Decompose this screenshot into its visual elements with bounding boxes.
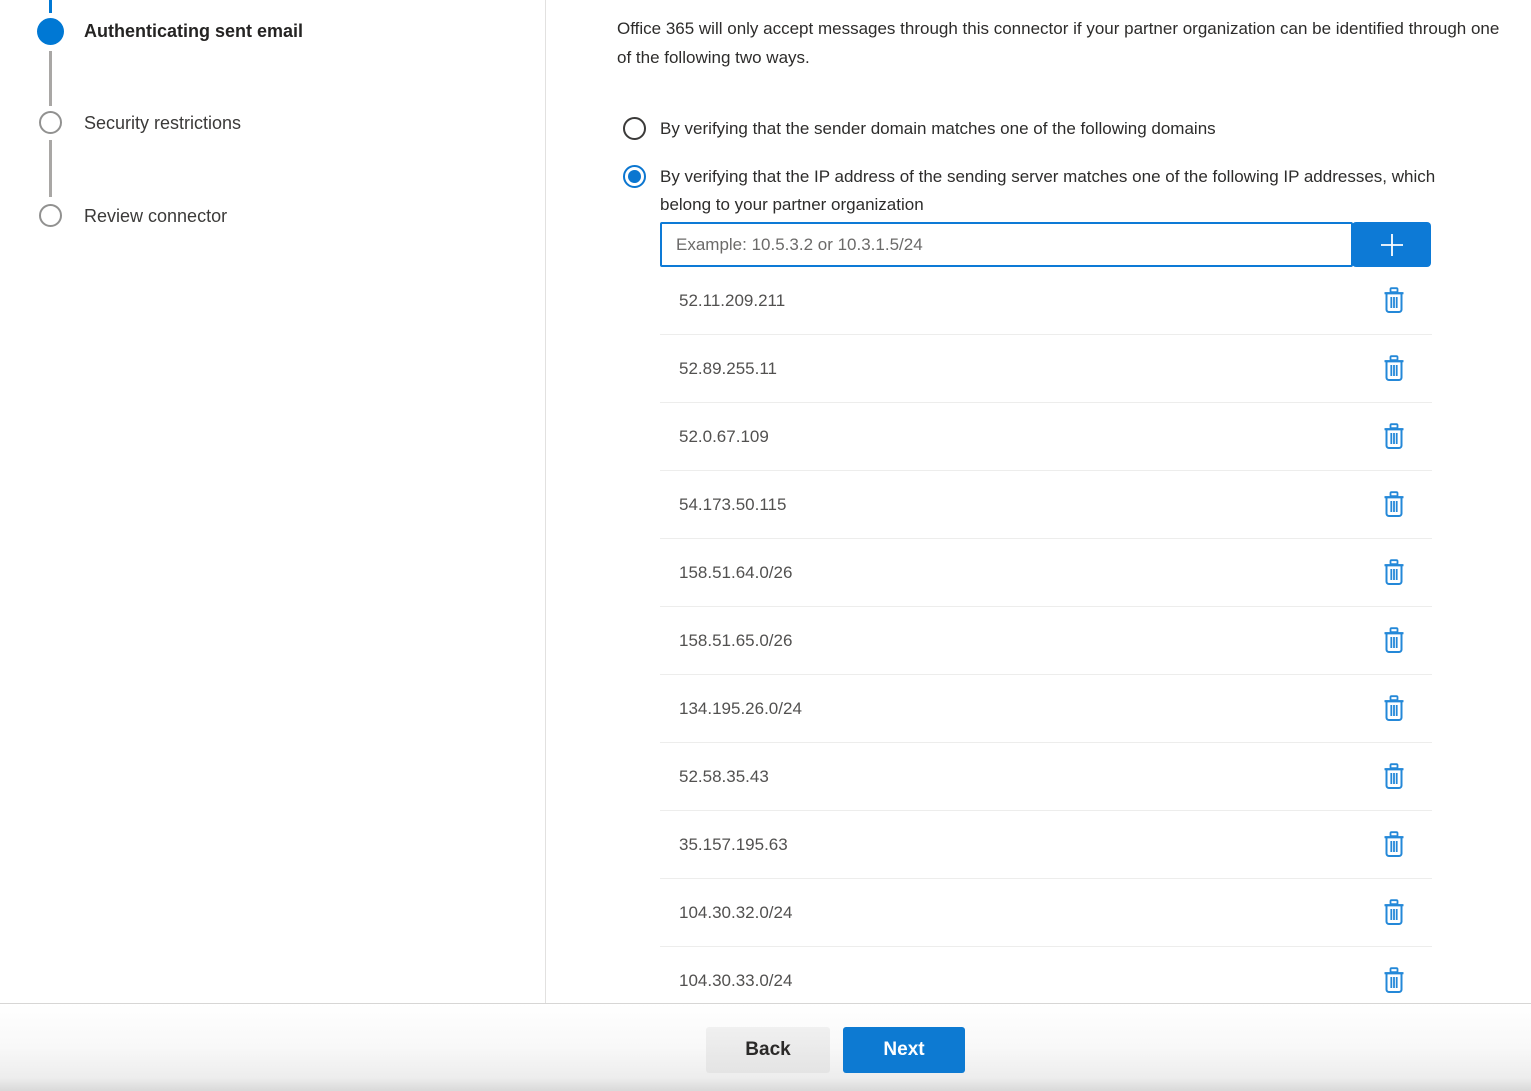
delete-ip-button[interactable] bbox=[1382, 287, 1406, 314]
radio-option-sender-domain[interactable]: By verifying that the sender domain matc… bbox=[623, 115, 1531, 143]
delete-ip-button[interactable] bbox=[1382, 559, 1406, 586]
back-button[interactable]: Back bbox=[706, 1027, 830, 1073]
ip-list: 52.11.209.211 52.89.255.11 bbox=[660, 267, 1432, 1003]
ip-address: 52.11.209.211 bbox=[679, 291, 785, 311]
delete-ip-button[interactable] bbox=[1382, 695, 1406, 722]
ip-entry-row bbox=[660, 222, 1531, 267]
ip-address: 158.51.64.0/26 bbox=[679, 563, 792, 583]
delete-ip-button[interactable] bbox=[1382, 355, 1406, 382]
delete-ip-button[interactable] bbox=[1382, 627, 1406, 654]
ip-row: 52.89.255.11 bbox=[660, 335, 1432, 403]
step-content: Office 365 will only accept messages thr… bbox=[546, 0, 1531, 1003]
ip-row: 54.173.50.115 bbox=[660, 471, 1432, 539]
trash-icon bbox=[1382, 355, 1406, 382]
ip-address-radio[interactable] bbox=[623, 165, 646, 188]
ip-row: 52.11.209.211 bbox=[660, 267, 1432, 335]
delete-ip-button[interactable] bbox=[1382, 491, 1406, 518]
ip-address: 104.30.32.0/24 bbox=[679, 903, 792, 923]
ip-row: 158.51.64.0/26 bbox=[660, 539, 1432, 607]
delete-ip-button[interactable] bbox=[1382, 763, 1406, 790]
wizard-footer: Back Next bbox=[0, 1003, 1531, 1091]
radio-option-label: By verifying that the sender domain matc… bbox=[660, 115, 1216, 143]
step-upcoming-indicator bbox=[39, 204, 62, 227]
trash-icon bbox=[1382, 287, 1406, 314]
ip-row: 134.195.26.0/24 bbox=[660, 675, 1432, 743]
ip-row: 104.30.33.0/24 bbox=[660, 947, 1432, 1003]
wizard-stepper: Authenticating sent email Security restr… bbox=[0, 0, 546, 1003]
stepper-connector bbox=[49, 51, 52, 106]
trash-icon bbox=[1382, 423, 1406, 450]
plus-icon bbox=[1377, 230, 1407, 260]
ip-address: 52.58.35.43 bbox=[679, 767, 769, 787]
stepper-connector-top bbox=[49, 0, 52, 13]
stepper-step-security-restrictions: Security restrictions bbox=[84, 113, 241, 134]
ip-address: 54.173.50.115 bbox=[679, 495, 786, 515]
add-ip-button[interactable] bbox=[1352, 222, 1431, 267]
ip-row: 158.51.65.0/26 bbox=[660, 607, 1432, 675]
ip-address: 52.0.67.109 bbox=[679, 427, 769, 447]
trash-icon bbox=[1382, 763, 1406, 790]
ip-row: 104.30.32.0/24 bbox=[660, 879, 1432, 947]
trash-icon bbox=[1382, 831, 1406, 858]
ip-address: 35.157.195.63 bbox=[679, 835, 788, 855]
delete-ip-button[interactable] bbox=[1382, 899, 1406, 926]
ip-address: 104.30.33.0/24 bbox=[679, 971, 792, 991]
delete-ip-button[interactable] bbox=[1382, 967, 1406, 994]
step-current-indicator bbox=[37, 18, 64, 45]
stepper-step-authenticating-sent-email: Authenticating sent email bbox=[84, 21, 303, 42]
next-button[interactable]: Next bbox=[843, 1027, 965, 1073]
trash-icon bbox=[1382, 967, 1406, 994]
trash-icon bbox=[1382, 559, 1406, 586]
intro-text: Office 365 will only accept messages thr… bbox=[617, 14, 1517, 72]
trash-icon bbox=[1382, 695, 1406, 722]
ip-row: 52.58.35.43 bbox=[660, 743, 1432, 811]
sender-domain-radio[interactable] bbox=[623, 117, 646, 140]
step-upcoming-indicator bbox=[39, 111, 62, 134]
trash-icon bbox=[1382, 627, 1406, 654]
ip-address: 52.89.255.11 bbox=[679, 359, 777, 379]
trash-icon bbox=[1382, 899, 1406, 926]
ip-row: 35.157.195.63 bbox=[660, 811, 1432, 879]
delete-ip-button[interactable] bbox=[1382, 423, 1406, 450]
radio-option-label: By verifying that the IP address of the … bbox=[660, 163, 1460, 219]
delete-ip-button[interactable] bbox=[1382, 831, 1406, 858]
trash-icon bbox=[1382, 491, 1406, 518]
ip-address-input[interactable] bbox=[660, 222, 1353, 267]
ip-row: 52.0.67.109 bbox=[660, 403, 1432, 471]
ip-address: 158.51.65.0/26 bbox=[679, 631, 792, 651]
ip-address: 134.195.26.0/24 bbox=[679, 699, 802, 719]
stepper-step-review-connector: Review connector bbox=[84, 206, 227, 227]
radio-option-ip-address[interactable]: By verifying that the IP address of the … bbox=[623, 163, 1531, 219]
stepper-connector bbox=[49, 140, 52, 197]
